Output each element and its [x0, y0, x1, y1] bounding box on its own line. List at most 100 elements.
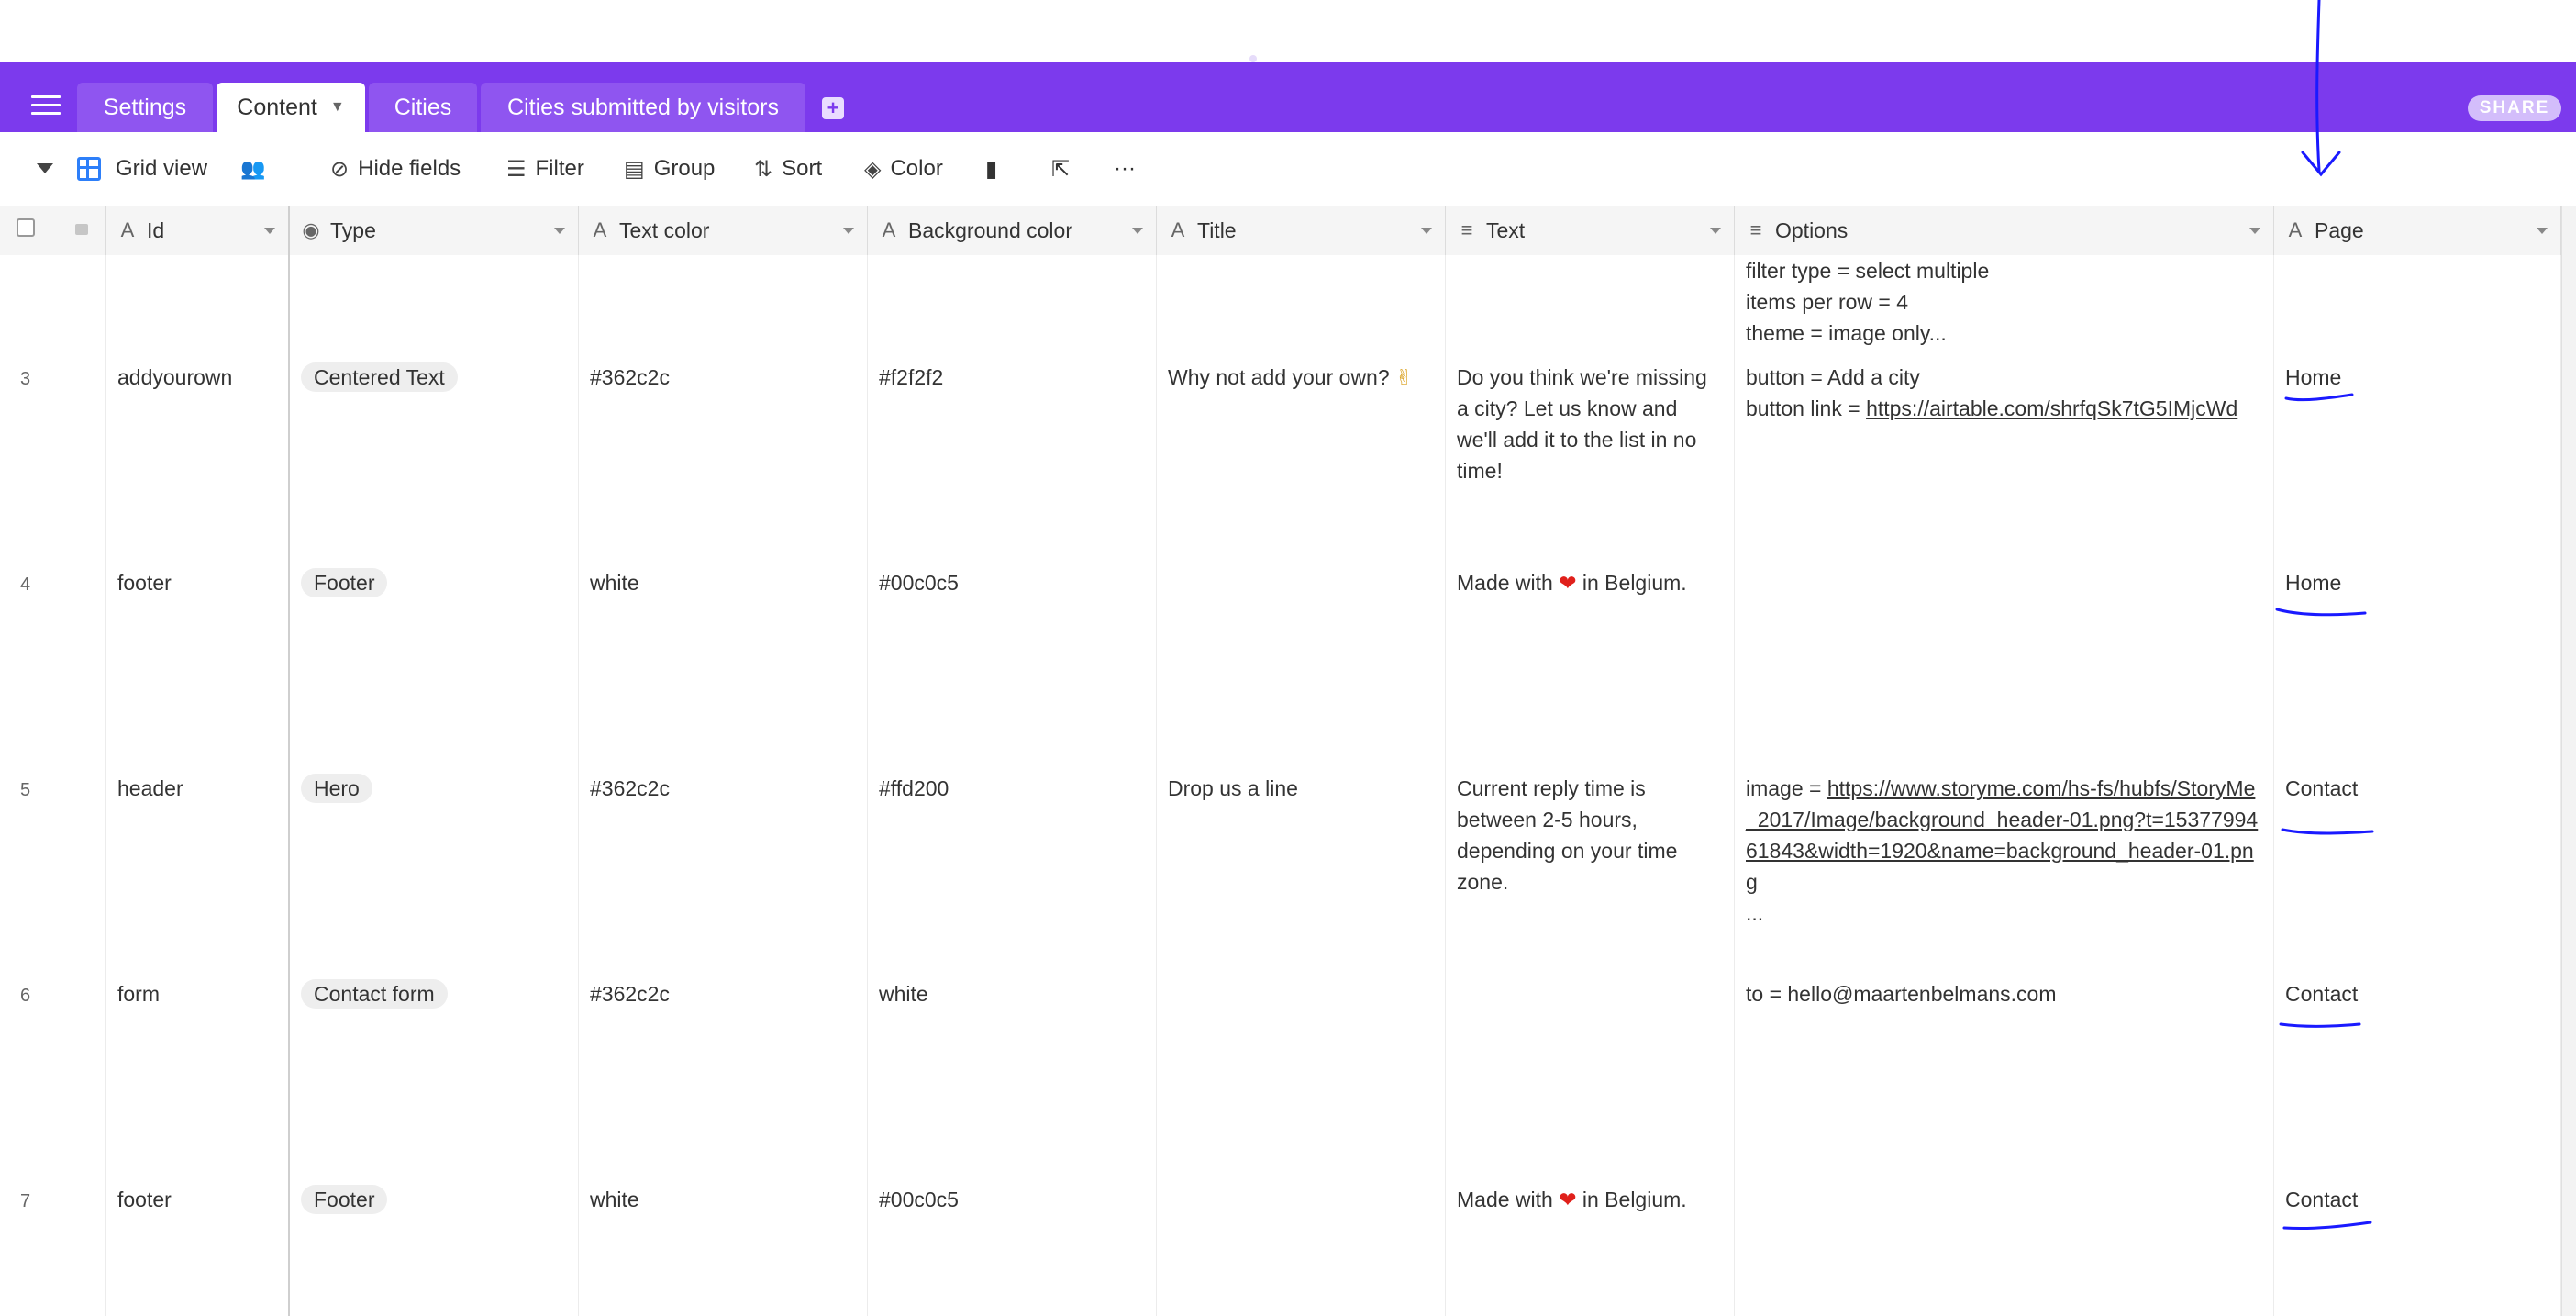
column-header-type[interactable]: ◉ Type — [290, 206, 579, 255]
header-select-cell — [0, 206, 106, 255]
chevron-down-icon[interactable] — [554, 228, 565, 234]
options-cell[interactable]: to = hello@maartenbelmans.com — [1735, 965, 2274, 1171]
column-label: Id — [147, 217, 165, 242]
more-options-button[interactable]: ··· — [1114, 132, 1136, 206]
id-cell[interactable]: form — [106, 965, 290, 1171]
title-cell[interactable] — [1157, 1171, 1446, 1316]
id-cell[interactable]: addyourown — [106, 349, 290, 554]
chevron-down-icon[interactable] — [2537, 228, 2548, 234]
page-cell[interactable]: Contact — [2274, 1171, 2561, 1316]
background-color-cell[interactable]: white — [868, 965, 1157, 1171]
type-cell[interactable]: Contact form — [290, 965, 579, 1171]
hide-fields-button[interactable]: ⊘ Hide fields — [330, 132, 461, 206]
options-cell[interactable] — [1735, 554, 2274, 760]
chevron-down-icon[interactable] — [1132, 228, 1143, 234]
id-cell[interactable]: footer — [106, 554, 290, 760]
background-color-cell[interactable]: #ffd200 — [868, 760, 1157, 965]
column-label: Background color — [908, 217, 1072, 242]
color-button[interactable]: ◈ Color — [864, 132, 943, 206]
column-header-text-color[interactable]: A Text color — [579, 206, 868, 255]
option-link[interactable]: https://airtable.com/shrfqSk7tG5IMjcWd — [1866, 396, 2237, 420]
text-color-cell[interactable]: #362c2c — [579, 349, 868, 554]
title-cell[interactable]: Drop us a line — [1157, 760, 1446, 965]
page-cell[interactable] — [2274, 255, 2561, 349]
text-cell[interactable]: Do you think we're missing a city? Let u… — [1446, 349, 1735, 554]
type-badge: Contact form — [301, 979, 448, 1009]
options-cell[interactable]: button = Add a city button link = https:… — [1735, 349, 2274, 554]
column-header-title[interactable]: A Title — [1157, 206, 1446, 255]
tab-cities[interactable]: Cities — [369, 83, 477, 132]
sort-button[interactable]: ⇅ Sort — [754, 132, 822, 206]
type-cell[interactable]: Centered Text — [290, 349, 579, 554]
share-button[interactable]: SHARE — [2468, 95, 2561, 121]
hamburger-menu-icon[interactable] — [31, 95, 61, 116]
tab-content[interactable]: Content ▼ — [217, 83, 365, 132]
text-cell[interactable]: Made with ❤ in Belgium. — [1446, 1171, 1735, 1316]
type-badge: Footer — [301, 568, 388, 597]
type-cell[interactable]: Hero — [290, 760, 579, 965]
add-table-icon[interactable]: + — [822, 97, 844, 119]
column-header-text[interactable]: ≡ Text — [1446, 206, 1735, 255]
table-row[interactable]: 3 addyourown Centered Text #362c2c #f2f2… — [0, 349, 2561, 555]
option-line: filter type = select multiple — [1746, 259, 1990, 283]
text-color-cell[interactable]: #362c2c — [579, 965, 868, 1171]
table-row[interactable]: filter type = select multiple items per … — [0, 255, 2561, 350]
text-color-cell[interactable] — [579, 255, 868, 349]
type-cell[interactable]: Footer — [290, 554, 579, 760]
collaborators-icon[interactable]: 👥 — [240, 132, 265, 206]
row-height-icon[interactable]: ▮ — [985, 132, 997, 206]
views-toggle-icon[interactable] — [37, 163, 53, 173]
group-button[interactable]: ▤ Group — [624, 132, 715, 206]
column-header-page[interactable]: A Page — [2274, 206, 2561, 255]
column-header-options[interactable]: ≡ Options — [1735, 206, 2274, 255]
column-label: Type — [330, 217, 376, 242]
table-row[interactable]: 5 header Hero #362c2c #ffd200 Drop us a … — [0, 760, 2561, 966]
filter-button[interactable]: ☰ Filter — [506, 132, 584, 206]
vertical-scrollbar[interactable] — [2561, 206, 2576, 1316]
type-cell[interactable] — [290, 255, 579, 349]
page-cell[interactable]: Home — [2274, 554, 2561, 760]
background-color-cell[interactable]: #00c0c5 — [868, 554, 1157, 760]
id-cell[interactable]: header — [106, 760, 290, 965]
view-switcher[interactable]: Grid view — [77, 132, 207, 206]
text-cell[interactable]: Made with ❤ in Belgium. — [1446, 554, 1735, 760]
id-cell[interactable] — [106, 255, 290, 349]
chevron-down-icon[interactable] — [1710, 228, 1721, 234]
text-color-cell[interactable]: white — [579, 554, 868, 760]
text-cell[interactable] — [1446, 255, 1735, 349]
page-cell[interactable]: Home — [2274, 349, 2561, 554]
chevron-down-icon[interactable] — [2249, 228, 2260, 234]
column-header-id[interactable]: A Id — [106, 206, 290, 255]
options-cell[interactable]: image = https://www.storyme.com/hs-fs/hu… — [1735, 760, 2274, 965]
page-cell[interactable]: Contact — [2274, 760, 2561, 965]
page-cell[interactable]: Contact — [2274, 965, 2561, 1171]
options-cell[interactable]: filter type = select multiple items per … — [1735, 255, 2274, 349]
chevron-down-icon[interactable] — [264, 228, 275, 234]
select-all-checkbox[interactable] — [17, 218, 35, 237]
share-view-icon[interactable]: ⇱ — [1051, 132, 1070, 206]
text-cell[interactable]: Current reply time is between 2-5 hours,… — [1446, 760, 1735, 965]
chevron-down-icon[interactable]: ▼ — [330, 99, 345, 116]
tab-cities-submitted[interactable]: Cities submitted by visitors — [481, 83, 805, 132]
text-color-cell[interactable]: white — [579, 1171, 868, 1316]
title-cell[interactable] — [1157, 965, 1446, 1171]
background-color-cell[interactable] — [868, 255, 1157, 349]
tab-settings[interactable]: Settings — [77, 83, 213, 132]
chevron-down-icon[interactable] — [1421, 228, 1432, 234]
title-cell[interactable]: Why not add your own? ✌ — [1157, 349, 1446, 554]
options-cell[interactable] — [1735, 1171, 2274, 1316]
type-cell[interactable]: Footer — [290, 1171, 579, 1316]
chevron-down-icon[interactable] — [843, 228, 854, 234]
text-cell[interactable] — [1446, 965, 1735, 1171]
column-header-background-color[interactable]: A Background color — [868, 206, 1157, 255]
table-row[interactable]: 4 footer Footer white #00c0c5 Made with … — [0, 554, 2561, 761]
table-row[interactable]: 7 footer Footer white #00c0c5 Made with … — [0, 1171, 2561, 1316]
window-top-area — [0, 0, 2576, 62]
text-color-cell[interactable]: #362c2c — [579, 760, 868, 965]
table-row[interactable]: 6 form Contact form #362c2c white to = h… — [0, 965, 2561, 1172]
title-cell[interactable] — [1157, 255, 1446, 349]
id-cell[interactable]: footer — [106, 1171, 290, 1316]
background-color-cell[interactable]: #00c0c5 — [868, 1171, 1157, 1316]
background-color-cell[interactable]: #f2f2f2 — [868, 349, 1157, 554]
title-cell[interactable] — [1157, 554, 1446, 760]
